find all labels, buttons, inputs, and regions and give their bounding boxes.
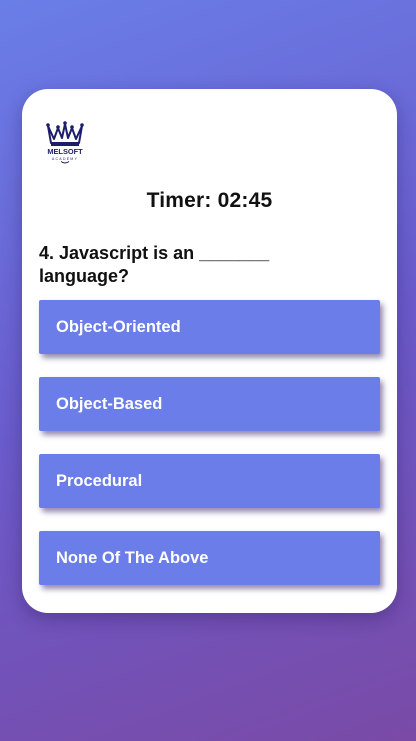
answer-options: Object-Oriented Object-Based Procedural … [39,300,380,608]
timer-display: Timer: 02:45 [146,189,273,212]
question-text: 4. Javascript is an _______ language? [39,243,270,286]
melsoft-logo: MELSOFT ACADEMY [44,119,86,165]
crown-logo-icon: MELSOFT ACADEMY [46,121,84,164]
option-procedural-button[interactable]: Procedural [39,454,380,508]
option-none-of-the-above-button[interactable]: None Of The Above [39,531,380,585]
option-object-oriented-button[interactable]: Object-Oriented [39,300,380,354]
logo-wordmark: MELSOFT [47,147,83,156]
quiz-card: MELSOFT ACADEMY Timer: 02:45 4. Javascri… [22,89,397,613]
quiz-page: { "header": { "logo_icon": "crown-logo-i… [0,0,416,741]
option-object-based-button[interactable]: Object-Based [39,377,380,431]
logo-subtext: ACADEMY [52,157,78,161]
